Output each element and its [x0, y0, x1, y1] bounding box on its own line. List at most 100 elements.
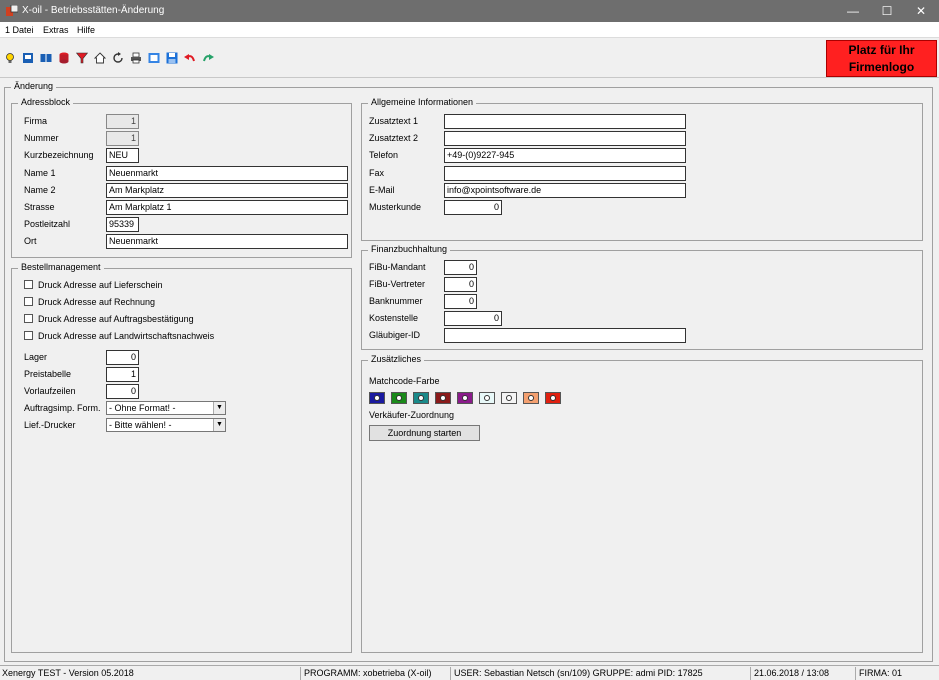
status-user: USER: Sebastian Netsch (sn/109) GRUPPE: … — [454, 668, 703, 678]
redo-icon[interactable] — [202, 52, 214, 64]
status-divider — [855, 667, 856, 680]
glaeubiger-id-field[interactable] — [444, 328, 686, 343]
ort-label: Ort — [24, 236, 37, 246]
name1-label: Name 1 — [24, 168, 56, 178]
email-label: E-Mail — [369, 185, 395, 195]
logo-line-2: Firmenlogo — [848, 60, 915, 74]
additional-group: Zusätzliches Matchcode-Farbe Verkäufer-Z… — [361, 354, 923, 653]
zusatztext2-field[interactable] — [444, 131, 686, 146]
radio-dot-icon — [506, 395, 512, 401]
telefon-field[interactable]: +49-(0)9227-945 — [444, 148, 686, 163]
refresh-icon[interactable] — [112, 52, 124, 64]
strasse-field[interactable]: Am Markplatz 1 — [106, 200, 348, 215]
book-icon[interactable] — [22, 52, 34, 64]
checkbox-label: Druck Adresse auf Lieferschein — [38, 280, 163, 290]
zusatztext1-field[interactable] — [444, 114, 686, 129]
preistabelle-field[interactable]: 1 — [106, 367, 139, 382]
musterkunde-field[interactable]: 0 — [444, 200, 502, 215]
lightbulb-icon[interactable] — [4, 52, 16, 64]
lager-label: Lager — [24, 352, 48, 362]
plz-field[interactable]: 95339 — [106, 217, 139, 232]
radio-dot-icon — [396, 395, 402, 401]
checkbox-label: Druck Adresse auf Auftragsbestätigung — [38, 314, 194, 324]
vorlaufzeilen-label: Vorlaufzeilen — [24, 386, 76, 396]
checkbox-lieferschein[interactable]: Druck Adresse auf Lieferschein — [24, 280, 163, 290]
menu-hilfe[interactable]: Hilfe — [77, 25, 95, 35]
open-book-icon[interactable] — [40, 52, 52, 64]
fax-label: Fax — [369, 168, 385, 178]
color-swatch[interactable] — [457, 392, 473, 404]
auftragsimport-label: Auftragsimp. Form. — [24, 403, 101, 413]
checkbox-auftragsbestaetigung[interactable]: Druck Adresse auf Auftragsbestätigung — [24, 314, 194, 324]
fibu-vertreter-field[interactable]: 0 — [444, 277, 477, 292]
undo-icon[interactable] — [184, 52, 196, 64]
chevron-down-icon[interactable]: ▼ — [213, 402, 225, 414]
checkbox-box[interactable] — [24, 331, 33, 340]
home-icon[interactable] — [94, 52, 106, 64]
status-divider — [300, 667, 301, 680]
matchcode-label: Matchcode-Farbe — [369, 376, 440, 386]
maximize-button[interactable]: ☐ — [870, 0, 904, 22]
database-icon[interactable] — [58, 52, 70, 64]
ort-field[interactable]: Neuenmarkt — [106, 234, 348, 249]
filter-icon[interactable] — [76, 52, 88, 64]
order-management-group: Bestellmanagement Druck Adresse auf Lief… — [11, 262, 352, 653]
minimize-button[interactable]: — — [836, 0, 870, 22]
print-icon[interactable] — [130, 52, 142, 64]
checkbox-box[interactable] — [24, 297, 33, 306]
preview-icon[interactable] — [148, 52, 160, 64]
changes-group: Änderung Adressblock Firma 1 Nummer 1 Ku… — [4, 81, 933, 662]
color-swatch[interactable] — [523, 392, 539, 404]
kostenstelle-label: Kostenstelle — [369, 313, 419, 323]
checkbox-landwirtschaftsnachweis[interactable]: Druck Adresse auf Landwirtschaftsnachwei… — [24, 331, 214, 341]
menu-extras[interactable]: Extras — [43, 25, 69, 35]
name2-field[interactable]: Am Markplatz — [106, 183, 348, 198]
lief-drucker-select[interactable]: - Bitte wählen! - ▼ — [106, 418, 226, 432]
banknummer-label: Banknummer — [369, 296, 423, 306]
radio-dot-icon — [374, 395, 380, 401]
vorlaufzeilen-field[interactable]: 0 — [106, 384, 139, 399]
finance-legend: Finanzbuchhaltung — [368, 244, 451, 254]
color-swatch[interactable] — [413, 392, 429, 404]
menu-datei[interactable]: 1 Datei — [5, 25, 34, 35]
fax-field[interactable] — [444, 166, 686, 181]
fibu-mandant-label: FiBu-Mandant — [369, 262, 426, 272]
finance-group: Finanzbuchhaltung FiBu-Mandant 0 FiBu-Ve… — [361, 244, 923, 350]
color-swatch[interactable] — [391, 392, 407, 404]
status-firma: FIRMA: 01 — [859, 668, 903, 678]
name2-label: Name 2 — [24, 185, 56, 195]
checkbox-label: Druck Adresse auf Landwirtschaftsnachwei… — [38, 331, 215, 341]
chevron-down-icon[interactable]: ▼ — [213, 419, 225, 431]
close-button[interactable]: ✕ — [904, 0, 938, 22]
status-divider — [750, 667, 751, 680]
assignment-start-button[interactable]: Zuordnung starten — [369, 425, 480, 441]
name1-field[interactable]: Neuenmarkt — [106, 166, 348, 181]
preistabelle-label: Preistabelle — [24, 369, 72, 379]
checkbox-rechnung[interactable]: Druck Adresse auf Rechnung — [24, 297, 155, 307]
menu-bar: 1 Datei Extras Hilfe — [0, 22, 939, 38]
email-field[interactable]: info@xpointsoftware.de — [444, 183, 686, 198]
glaeubiger-id-label: Gläubiger-ID — [369, 330, 421, 340]
kurz-field[interactable]: NEU — [106, 148, 139, 163]
status-programm: PROGRAMM: xobetrieba (X-oil) — [304, 668, 432, 678]
save-icon[interactable] — [166, 52, 178, 64]
order-legend: Bestellmanagement — [18, 262, 104, 272]
checkbox-box[interactable] — [24, 280, 33, 289]
color-swatch[interactable] — [479, 392, 495, 404]
radio-dot-icon — [484, 395, 490, 401]
firma-label: Firma — [24, 116, 47, 126]
kostenstelle-field[interactable]: 0 — [444, 311, 502, 326]
checkbox-box[interactable] — [24, 314, 33, 323]
color-swatch[interactable] — [545, 392, 561, 404]
lager-field[interactable]: 0 — [106, 350, 139, 365]
status-divider — [450, 667, 451, 680]
color-swatch[interactable] — [501, 392, 517, 404]
fibu-vertreter-label: FiBu-Vertreter — [369, 279, 426, 289]
status-version: Xenergy TEST - Version 05.2018 — [2, 668, 134, 678]
fibu-mandant-field[interactable]: 0 — [444, 260, 477, 275]
color-swatch[interactable] — [435, 392, 451, 404]
radio-dot-icon — [418, 395, 424, 401]
banknummer-field[interactable]: 0 — [444, 294, 477, 309]
auftragsimport-select[interactable]: - Ohne Format! - ▼ — [106, 401, 226, 415]
color-swatch[interactable] — [369, 392, 385, 404]
